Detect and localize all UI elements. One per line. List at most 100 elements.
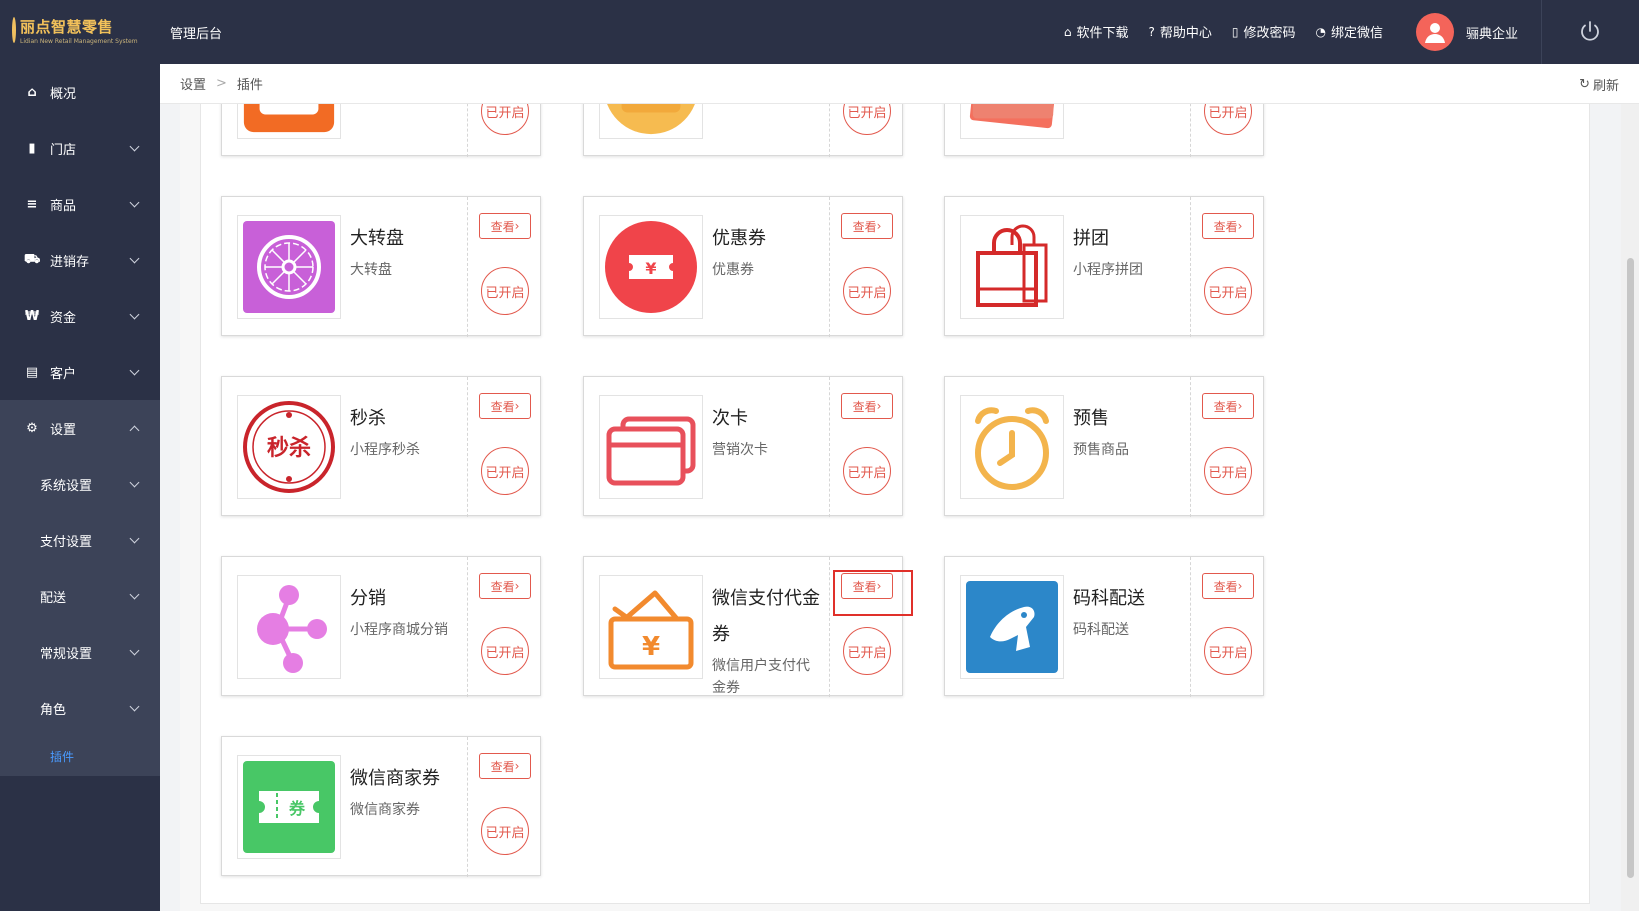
plugin-card-lucky-wheel: 大转盘 大转盘 查看 › 已开启 <box>221 196 541 337</box>
plugin-card: 已开启 <box>944 104 1264 157</box>
help-center-link[interactable]: ? 帮助中心 <box>1148 22 1212 42</box>
logo-subtitle: Lidian New Retail Management System <box>20 37 138 45</box>
plugin-desc: 微信商家券 <box>350 802 420 818</box>
plugin-desc: 营销次卡 <box>712 442 768 458</box>
svg-text:券: 券 <box>288 799 306 818</box>
view-label: 查看 <box>490 759 515 774</box>
plugin-desc: 小程序商城分销 <box>350 622 448 638</box>
link-label: 帮助中心 <box>1159 26 1212 41</box>
chevron-right-icon: › <box>514 759 520 773</box>
breadcrumb-settings[interactable]: 设置 <box>180 74 206 93</box>
help-icon: ? <box>1148 24 1155 39</box>
view-button[interactable]: 查看 › <box>479 393 531 419</box>
plugin-status: 已开启 <box>1204 104 1252 135</box>
sidebar-item-inventory[interactable]: ⛟ 进销存 <box>0 232 160 288</box>
chevron-up-icon <box>129 425 140 436</box>
plugin-card-distribution: 分销 小程序商城分销 查看 › 已开启 <box>221 556 541 697</box>
plugin-status: 已开启 <box>1204 447 1252 495</box>
chevron-right-icon: › <box>1237 399 1243 413</box>
sidebar-item-funds[interactable]: ₩ 资金 <box>0 288 160 344</box>
plugin-card-flash-sale: 秒杀 秒杀 小程序秒杀 查看 › 已开启 <box>221 376 541 517</box>
view-label: 查看 <box>1213 579 1238 594</box>
svg-text:¥: ¥ <box>642 632 660 662</box>
distribution-icon <box>237 575 341 679</box>
plugin-status: 已开启 <box>481 627 529 675</box>
view-button[interactable]: 查看 › <box>841 213 893 239</box>
card-divider <box>1190 377 1191 517</box>
chevron-down-icon <box>129 477 140 488</box>
card-divider <box>1190 104 1191 157</box>
power-icon[interactable] <box>1578 20 1602 44</box>
view-button[interactable]: 查看 › <box>479 213 531 239</box>
plugin-title: 预售 <box>1073 408 1109 429</box>
partial-orange-icon <box>237 104 341 139</box>
sidebar-subitem-label: 常规设置 <box>40 646 93 662</box>
change-password-link[interactable]: ▯ 修改密码 <box>1231 22 1296 42</box>
view-button[interactable]: 查看 › <box>1202 573 1254 599</box>
plugin-title: 优惠券 <box>712 228 766 249</box>
partial-yellow-icon <box>599 104 703 139</box>
sidebar-item-settings[interactable]: ⚙ 设置 <box>0 400 160 456</box>
plugin-title: 秒杀 <box>350 408 386 429</box>
sidebar-item-label: 客户 <box>50 366 77 382</box>
card-divider <box>467 197 468 337</box>
chevron-down-icon <box>129 253 140 264</box>
card-divider <box>467 104 468 157</box>
card-divider <box>467 737 468 877</box>
plugin-card: 已开启 <box>583 104 903 157</box>
sidebar-item-products[interactable]: ≡ 商品 <box>0 176 160 232</box>
software-download-link[interactable]: ⌂ 软件下载 <box>1064 22 1129 42</box>
group-buy-bag-icon <box>960 215 1064 319</box>
plugin-title: 微信商家券 <box>350 768 440 789</box>
scrollbar-thumb[interactable] <box>1627 258 1634 878</box>
refresh-icon: ↻ <box>1579 77 1590 92</box>
sidebar-item-label: 概况 <box>50 86 77 102</box>
bind-wechat-link[interactable]: ◔ 绑定微信 <box>1316 22 1384 42</box>
app-logo[interactable]: 丽点智慧零售 Lidian New Retail Management Syst… <box>12 12 138 48</box>
sidebar-subitem-roles[interactable]: 角色 <box>0 680 160 736</box>
plugin-card-times-card: 次卡 营销次卡 查看 › 已开启 <box>583 376 903 517</box>
sidebar-subitem-system-settings[interactable]: 系统设置 <box>0 456 160 512</box>
sidebar-subitem-general-settings[interactable]: 常规设置 <box>0 624 160 680</box>
sidebar-item-label: 进销存 <box>50 254 90 270</box>
chevron-down-icon <box>129 141 140 152</box>
sidebar-subitem-plugins[interactable]: 插件 <box>0 736 160 776</box>
sidebar-item-customers[interactable]: ▤ 客户 <box>0 344 160 400</box>
chevron-down-icon <box>129 589 140 600</box>
header-links: ⌂ 软件下载 ? 帮助中心 ▯ 修改密码 ◔ 绑定微信 <box>1064 22 1384 42</box>
plugin-desc: 小程序秒杀 <box>350 442 420 458</box>
sidebar-item-overview[interactable]: ⌂ 概况 <box>0 64 160 120</box>
sidebar-item-store[interactable]: ▮ 门店 <box>0 120 160 176</box>
flash-sale-icon: 秒杀 <box>237 395 341 499</box>
plugin-title: 拼团 <box>1073 228 1109 249</box>
plugin-desc: 优惠券 <box>712 262 754 278</box>
view-button[interactable]: 查看 › <box>479 573 531 599</box>
home-icon: ⌂ <box>27 84 37 100</box>
sidebar-subitem-label: 支付设置 <box>40 534 93 550</box>
view-button[interactable]: 查看 › <box>479 753 531 779</box>
plugin-status: 已开启 <box>1204 267 1252 315</box>
chevron-down-icon <box>129 197 140 208</box>
plugin-card-group-buy: 拼团 小程序拼团 查看 › 已开启 <box>944 196 1264 337</box>
view-button[interactable]: 查看 › <box>841 393 893 419</box>
sidebar-subitem-label: 角色 <box>40 702 67 718</box>
header-divider <box>1541 0 1542 64</box>
view-label: 查看 <box>490 219 515 234</box>
user-menu[interactable]: 骊典企业 <box>1416 13 1518 51</box>
view-button[interactable]: 查看 › <box>1202 393 1254 419</box>
horse-logo-icon <box>960 575 1064 679</box>
plugin-desc: 预售商品 <box>1073 442 1129 458</box>
refresh-button[interactable]: ↻ 刷新 <box>1579 75 1619 94</box>
view-button[interactable]: 查看 › <box>1202 213 1254 239</box>
top-header: 丽点智慧零售 Lidian New Retail Management Syst… <box>0 0 1639 64</box>
main-content: 已开启 已开启 已开启 大转盘 大转盘 查看 › 已开启 ¥ 优惠券 优惠券 查… <box>180 104 1590 911</box>
sidebar-subitem-payment-settings[interactable]: 支付设置 <box>0 512 160 568</box>
sidebar-subitem-delivery[interactable]: 配送 <box>0 568 160 624</box>
plugin-title: 大转盘 <box>350 228 404 249</box>
lock-icon: ▯ <box>1231 24 1239 39</box>
gear-icon: ⚙ <box>26 420 38 436</box>
sidebar: ⌂ 概况 ▮ 门店 ≡ 商品 ⛟ 进销存 ₩ 资金 ▤ 客户 ⚙ 设置 系统设置… <box>0 64 160 911</box>
view-label: 查看 <box>852 219 877 234</box>
card-divider <box>829 104 830 157</box>
plugin-status: 已开启 <box>481 447 529 495</box>
